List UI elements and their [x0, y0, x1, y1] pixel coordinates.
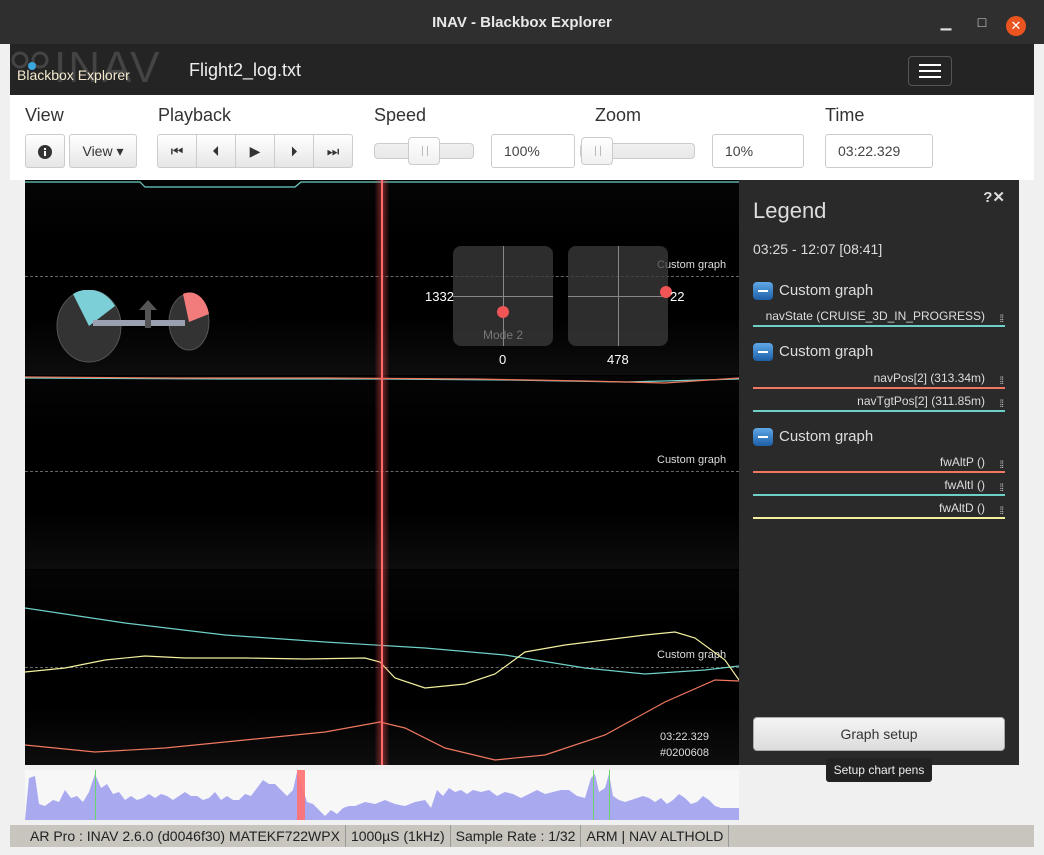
- left-stick-display: Mode 2: [453, 246, 553, 346]
- histogram-icon[interactable]: ⁞⁞: [999, 311, 1003, 329]
- legend-field[interactable]: fwAltP () ⁞⁞: [753, 453, 1005, 473]
- close-icon[interactable]: ✕: [1006, 16, 1026, 36]
- time-input[interactable]: 03:22.329: [825, 134, 933, 168]
- play-button[interactable]: ▶: [235, 134, 275, 168]
- file-name: Flight2_log.txt: [189, 60, 302, 80]
- flight-mode: ARM | NAV ALTHOLD: [581, 825, 730, 847]
- cursor-time-label: 03:22.329: [660, 731, 709, 743]
- info-icon: [38, 145, 52, 160]
- hamburger-icon[interactable]: [908, 56, 952, 86]
- legend-group-2[interactable]: Custom graph: [753, 343, 873, 362]
- histogram-icon[interactable]: ⁞⁞: [999, 480, 1003, 498]
- histogram-icon[interactable]: ⁞⁞: [999, 457, 1003, 475]
- close-icon[interactable]: ✕: [992, 189, 1005, 206]
- info-button[interactable]: [25, 134, 65, 168]
- sample-rate: Sample Rate : 1/32: [451, 825, 582, 847]
- histogram-icon[interactable]: ⁞⁞: [999, 373, 1003, 391]
- left-stick-throttle-value: 0: [499, 352, 507, 367]
- legend-panel: ?✕ Legend 03:25 - 12:07 [08:41] Custom g…: [739, 180, 1019, 765]
- playback-cursor[interactable]: [375, 180, 389, 765]
- right-stick-pitch-value: 478: [607, 352, 629, 367]
- tooltip: Setup chart pens: [826, 758, 932, 782]
- speed-slider-thumb[interactable]: [408, 137, 440, 165]
- zoom-input[interactable]: 10%: [712, 134, 804, 168]
- looptime: 1000µS (1kHz): [346, 825, 451, 847]
- craft-model-icon: [56, 290, 210, 363]
- legend-time-range: 03:25 - 12:07 [08:41]: [753, 241, 883, 257]
- playback-label: Playback: [158, 105, 232, 125]
- group-toggle-icon[interactable]: [753, 282, 773, 301]
- app-name: Blackbox Explorer: [17, 67, 130, 83]
- skip-end-button[interactable]: ⏭: [313, 134, 353, 168]
- right-stick-display: [568, 246, 672, 346]
- window-title: INAV - Blackbox Explorer: [432, 14, 612, 31]
- legend-title: Legend: [753, 198, 827, 223]
- group-toggle-icon[interactable]: [753, 428, 773, 447]
- speed-input[interactable]: 100%: [491, 134, 575, 168]
- activity-overview: [25, 770, 739, 820]
- speed-slider[interactable]: [374, 137, 474, 165]
- left-stick-yaw-value: 1332: [425, 289, 454, 304]
- histogram-icon[interactable]: ⁞⁞: [999, 396, 1003, 414]
- speed-label: Speed: [374, 105, 427, 125]
- view-dropdown-button[interactable]: View ▾: [69, 134, 137, 168]
- zoom-slider[interactable]: [580, 137, 695, 165]
- graph-setup-button[interactable]: Graph setup: [753, 717, 1005, 751]
- histogram-icon[interactable]: ⁞⁞: [999, 503, 1003, 521]
- legend-group-1[interactable]: Custom graph: [753, 282, 873, 301]
- stick-mode-label: Mode 2: [482, 328, 524, 342]
- skip-start-button[interactable]: ⏮: [157, 134, 197, 168]
- app-header: INAV Blackbox Explorer Flight2_log.txt: [10, 44, 1034, 95]
- status-bar: AR Pro : INAV 2.6.0 (d0046f30) MATEKF722…: [10, 825, 1034, 847]
- toolbar: View View ▾ Playback ⏮ ⏴ ▶ ⏵ ⏭ Speed 100…: [10, 95, 1034, 180]
- group-toggle-icon[interactable]: [753, 343, 773, 362]
- right-stick-roll-value: 22: [670, 289, 685, 304]
- legend-field[interactable]: navTgtPos[2] (311.85m) ⁞⁞: [753, 392, 1005, 412]
- time-label: Time: [825, 105, 865, 125]
- step-forward-button[interactable]: ⏵: [274, 134, 314, 168]
- minimize-icon[interactable]: ▁: [938, 14, 954, 30]
- maximize-icon[interactable]: □: [974, 14, 990, 30]
- zoom-slider-thumb[interactable]: [581, 137, 613, 165]
- graph-canvas[interactable]: Custom graph Custom graph Custom graph M…: [25, 180, 739, 765]
- window-titlebar: INAV - Blackbox Explorer ▁ □ ✕: [0, 0, 1044, 44]
- legend-group-3[interactable]: Custom graph: [753, 428, 873, 447]
- step-back-button[interactable]: ⏴: [196, 134, 236, 168]
- view-label: View: [25, 105, 64, 125]
- legend-field[interactable]: navState (CRUISE_3D_IN_PROGRESS) ⁞⁞: [753, 307, 1005, 327]
- seek-bar[interactable]: [25, 770, 739, 820]
- craft-info: AR Pro : INAV 2.6.0 (d0046f30) MATEKF722…: [10, 825, 346, 847]
- window-frame: [0, 44, 10, 855]
- legend-field[interactable]: fwAltD () ⁞⁞: [753, 499, 1005, 519]
- cursor-frame-label: #0200608: [660, 747, 709, 759]
- zoom-label: Zoom: [595, 105, 642, 125]
- legend-field[interactable]: fwAltI () ⁞⁞: [753, 476, 1005, 496]
- legend-controls: ?✕: [983, 188, 1005, 206]
- legend-field[interactable]: navPos[2] (313.34m) ⁞⁞: [753, 369, 1005, 389]
